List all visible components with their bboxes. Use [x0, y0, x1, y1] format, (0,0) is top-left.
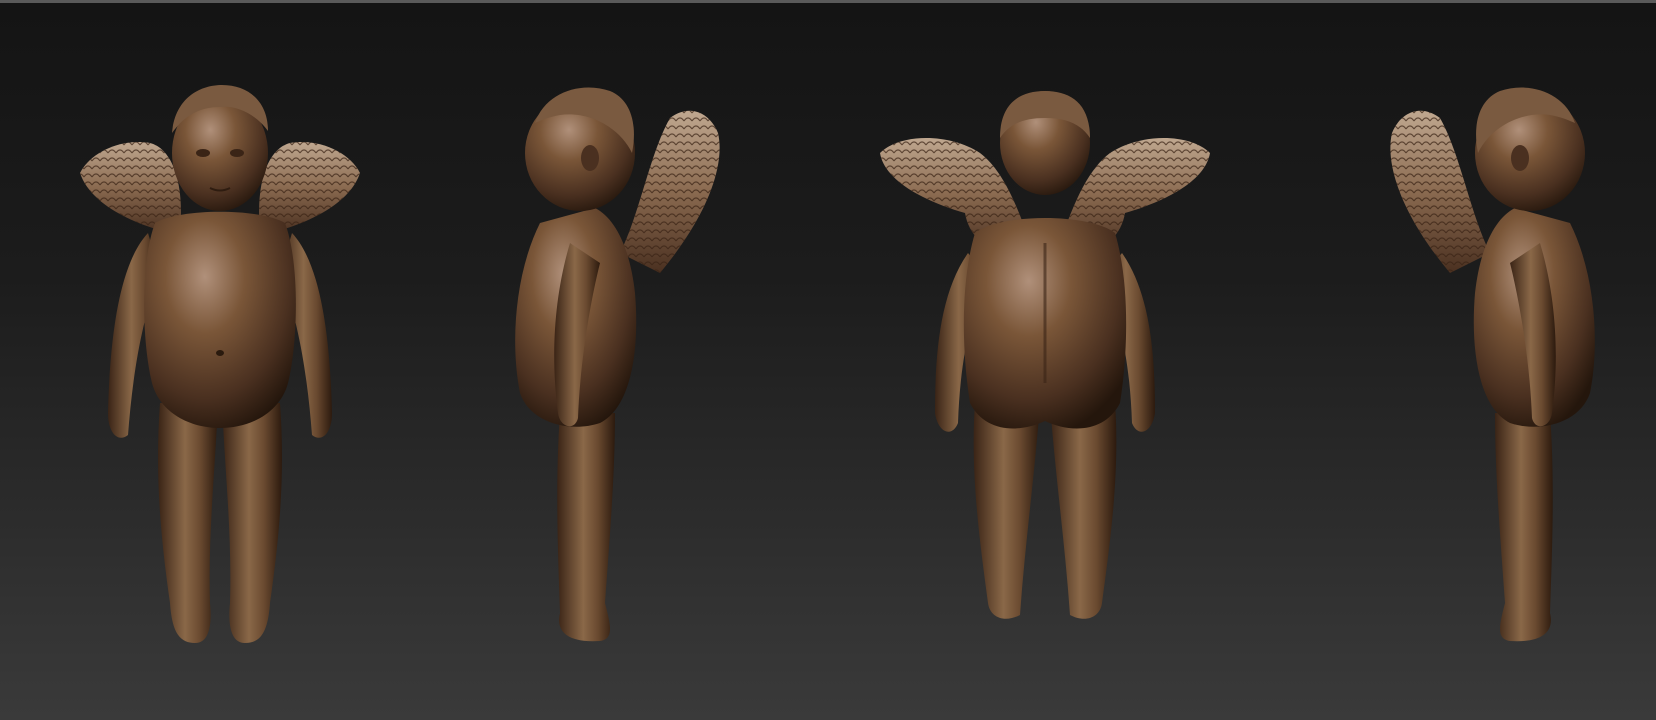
torso — [144, 211, 296, 428]
navel — [216, 350, 224, 356]
front-view-figure — [60, 3, 380, 720]
right-leg — [1050, 403, 1117, 619]
left-leg — [158, 403, 218, 643]
right-side-view-figure — [1350, 3, 1610, 720]
left-leg — [973, 403, 1040, 619]
right-eye — [230, 149, 244, 157]
3d-viewport[interactable] — [0, 0, 1656, 720]
left-eye — [196, 149, 210, 157]
left-side-view-figure — [500, 3, 760, 720]
ear — [581, 145, 599, 171]
ear — [1511, 145, 1529, 171]
legs — [1495, 413, 1553, 642]
wing — [1390, 110, 1490, 274]
wing — [620, 110, 720, 274]
right-leg — [222, 403, 282, 643]
legs — [557, 413, 615, 642]
back-view-figure — [870, 3, 1220, 720]
